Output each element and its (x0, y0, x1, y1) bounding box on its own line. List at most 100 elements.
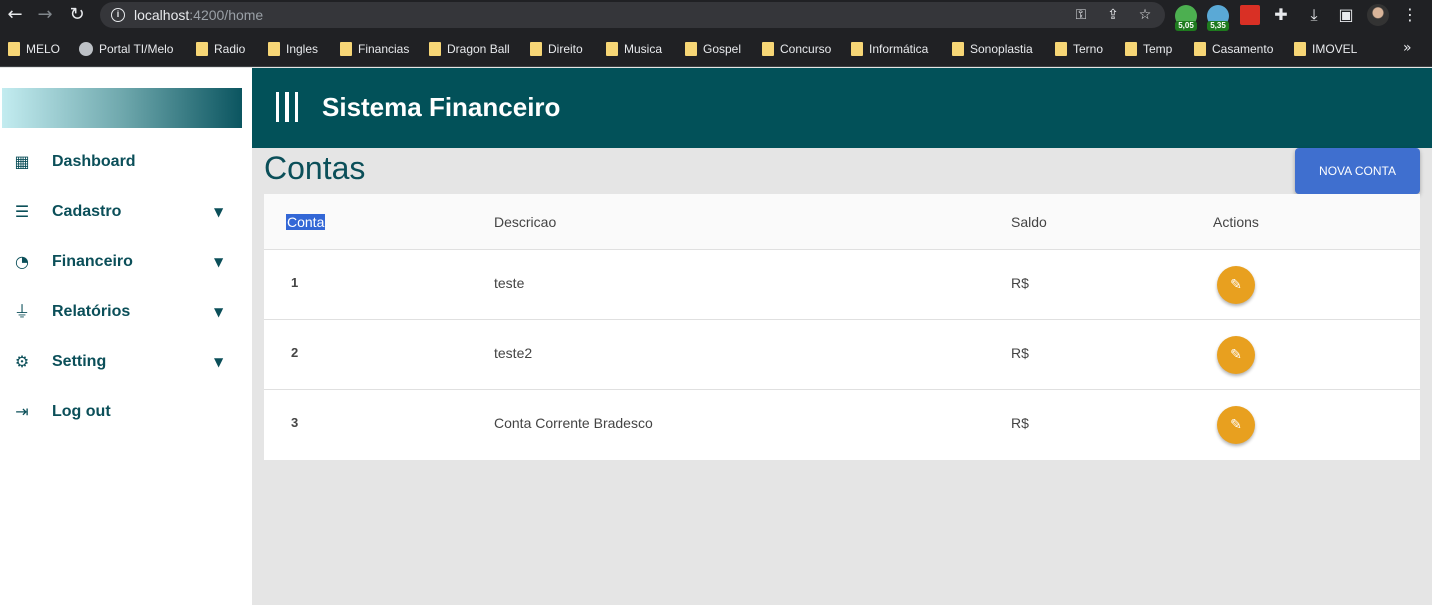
chevron-down-icon: ▼ (214, 205, 224, 219)
bookmark-item[interactable]: MELO (8, 41, 60, 57)
sidebar-item-setting[interactable]: ⚙ Setting ▼ (0, 342, 252, 382)
side-panel-icon[interactable]: ▣ (1335, 4, 1357, 26)
gear-icon: ⚙ (14, 352, 30, 371)
url-text: localhost:4200/home (134, 7, 264, 23)
folder-icon (268, 42, 280, 56)
cell-descricao: teste2 (494, 345, 533, 361)
stack-icon: ☰ (14, 202, 30, 221)
sidebar-item-label: Setting (52, 353, 107, 370)
edit-button[interactable]: ✎ (1217, 266, 1255, 304)
extension-icon[interactable] (1240, 5, 1260, 25)
sidebar: ▦ Dashboard ☰ Cadastro ▼ ◔ Financeiro ▼ … (0, 68, 252, 605)
extension-badge: 5,05 (1175, 21, 1197, 31)
bookmark-item[interactable]: Direito (530, 41, 583, 57)
share-icon[interactable]: ⇪ (1104, 6, 1122, 24)
browser-toolbar: ← → ↻ i localhost:4200/home ⚿ ⇪ ☆ 5,05 5… (0, 0, 1432, 31)
sidebar-item-dashboard[interactable]: ▦ Dashboard (0, 142, 252, 182)
sidebar-item-label: Cadastro (52, 203, 122, 220)
chevron-right-icon[interactable]: » (1403, 40, 1412, 56)
folder-icon (196, 42, 208, 56)
chevron-down-icon: ▼ (214, 305, 224, 319)
folder-icon (1125, 42, 1137, 56)
folder-icon (340, 42, 352, 56)
pencil-icon: ✎ (1230, 347, 1242, 363)
accounts-table: Conta Descricao Saldo Actions 1 teste R$… (264, 194, 1420, 460)
pencil-icon: ✎ (1230, 417, 1242, 433)
folder-icon (762, 42, 774, 56)
cell-saldo: R$ (1011, 275, 1029, 291)
table-header: Conta Descricao Saldo Actions (264, 194, 1420, 250)
bookmark-item[interactable]: Casamento (1194, 41, 1273, 57)
bookmark-item[interactable]: Musica (606, 41, 662, 57)
bookmark-item[interactable]: Financias (340, 41, 409, 57)
edit-button[interactable]: ✎ (1217, 336, 1255, 374)
cell-saldo: R$ (1011, 415, 1029, 431)
edit-button[interactable]: ✎ (1217, 406, 1255, 444)
bookmark-item[interactable]: Sonoplastia (952, 41, 1033, 57)
app-title: Sistema Financeiro (322, 92, 561, 122)
site-info-icon[interactable]: i (111, 8, 125, 22)
column-header-descricao[interactable]: Descricao (494, 214, 556, 230)
download-icon[interactable]: ⤓ (1303, 4, 1325, 26)
cell-descricao: teste (494, 275, 525, 291)
sidebar-item-financeiro[interactable]: ◔ Financeiro ▼ (0, 242, 252, 282)
folder-icon (1055, 42, 1067, 56)
table-row: 1 teste R$ ✎ (264, 250, 1420, 320)
folder-icon (851, 42, 863, 56)
sidebar-item-label: Dashboard (52, 153, 136, 170)
bookmark-item[interactable]: Portal TI/Melo (79, 41, 173, 57)
key-icon[interactable]: ⚿ (1072, 6, 1090, 24)
sidebar-item-label: Financeiro (52, 253, 133, 270)
page-title: Contas (264, 150, 366, 186)
bookmark-item[interactable]: Ingles (268, 41, 318, 57)
more-icon[interactable]: ⋮ (1399, 4, 1421, 26)
bookmark-item[interactable]: Concurso (762, 41, 831, 57)
folder-icon (8, 42, 20, 56)
column-header-saldo[interactable]: Saldo (1011, 214, 1047, 230)
table-row: 2 teste2 R$ ✎ (264, 320, 1420, 390)
folder-icon (530, 42, 542, 56)
bookmark-item[interactable]: Terno (1055, 41, 1103, 57)
chevron-down-icon: ▼ (214, 255, 224, 269)
puzzle-icon[interactable]: ✚ (1270, 4, 1292, 26)
address-bar[interactable]: i localhost:4200/home ⚿ ⇪ ☆ (100, 2, 1165, 28)
forward-icon[interactable]: → (34, 4, 56, 26)
logout-icon: ⇥ (15, 402, 29, 421)
app-header: Sistema Financeiro (252, 68, 1432, 148)
bookmark-item[interactable]: Informática (851, 41, 928, 57)
sidebar-item-logout[interactable]: ⇥ Log out (0, 392, 252, 432)
reload-icon[interactable]: ↻ (66, 4, 88, 26)
extension-badge: 5,35 (1207, 21, 1229, 31)
extension-icon[interactable]: 5,35 (1207, 5, 1229, 31)
bookmark-item[interactable]: Radio (196, 41, 245, 57)
pencil-icon: ✎ (1230, 277, 1242, 293)
sidebar-item-cadastro[interactable]: ☰ Cadastro ▼ (0, 192, 252, 232)
folder-icon (685, 42, 697, 56)
cell-descricao: Conta Corrente Bradesco (494, 415, 653, 431)
cell-conta: 1 (291, 275, 299, 290)
folder-icon (429, 42, 441, 56)
chevron-down-icon: ▼ (214, 355, 224, 369)
cell-conta: 3 (291, 415, 299, 430)
folder-icon (606, 42, 618, 56)
bookmark-item[interactable]: Gospel (685, 41, 741, 57)
extension-icon[interactable]: 5,05 (1175, 5, 1197, 31)
avatar[interactable] (1367, 4, 1389, 26)
folder-icon (1194, 42, 1206, 56)
cell-saldo: R$ (1011, 345, 1029, 361)
bookmark-item[interactable]: IMOVEL (1294, 41, 1357, 57)
table-row: 3 Conta Corrente Bradesco R$ ✎ (264, 390, 1420, 460)
bookmark-item[interactable]: Temp (1125, 41, 1172, 57)
back-icon[interactable]: ← (4, 4, 26, 26)
menu-toggle-icon[interactable] (276, 92, 298, 122)
plug-icon: ⏚ (13, 302, 30, 321)
bookmarks-bar: MELO Portal TI/Melo Radio Ingles Financi… (0, 31, 1432, 67)
sidebar-item-relatorios[interactable]: ⏚ Relatórios ▼ (0, 292, 252, 332)
sidebar-item-label: Log out (52, 403, 111, 420)
bookmark-item[interactable]: Dragon Ball (429, 41, 510, 57)
cell-conta: 2 (291, 345, 299, 360)
globe-icon (79, 42, 93, 56)
star-icon[interactable]: ☆ (1136, 6, 1154, 24)
column-header-conta[interactable]: Conta (286, 214, 326, 230)
new-account-button[interactable]: NOVA CONTA (1295, 148, 1420, 194)
